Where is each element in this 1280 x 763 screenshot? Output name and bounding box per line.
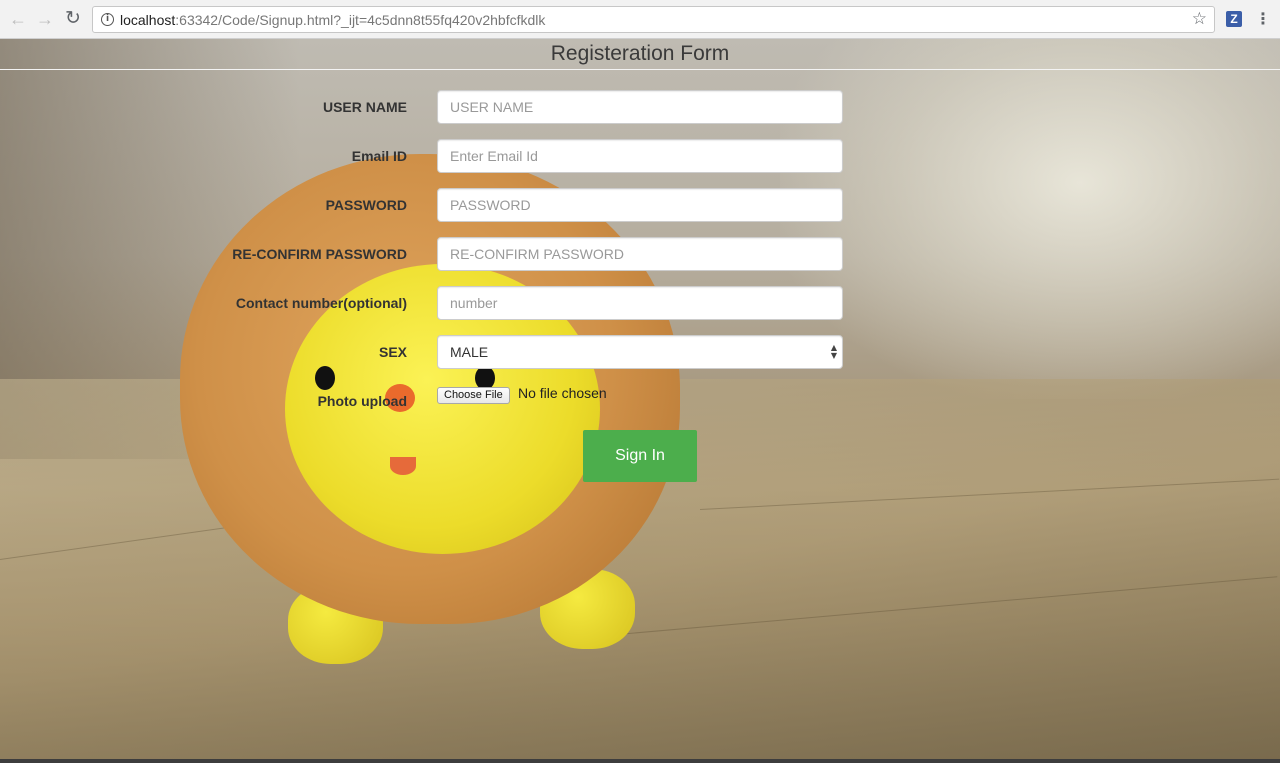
username-input[interactable]: USER NAME — [437, 90, 843, 124]
email-label: Email ID — [351, 148, 407, 164]
contact-input[interactable]: number — [437, 286, 843, 320]
username-label: USER NAME — [322, 99, 407, 115]
confirm-password-input[interactable]: RE-CONFIRM PASSWORD — [437, 237, 843, 271]
password-input[interactable]: PASSWORD — [437, 188, 843, 222]
photo-label: Photo upload — [317, 393, 407, 409]
address-bar[interactable]: i localhost:63342/Code/Signup.html?_ijt=… — [92, 6, 1215, 33]
extension-icon[interactable]: Z — [1226, 11, 1242, 27]
url-host: localhost — [120, 12, 176, 28]
browser-toolbar: ← → ↻ i localhost:63342/Code/Signup.html… — [0, 0, 1280, 39]
confirm-password-label: RE-CONFIRM PASSWORD — [232, 246, 407, 262]
sex-label: SEX — [378, 344, 407, 360]
choose-file-button[interactable]: Choose File — [437, 387, 510, 404]
url-text[interactable]: localhost:63342/Code/Signup.html?_ijt=4c… — [120, 12, 545, 28]
password-label: PASSWORD — [325, 197, 407, 213]
wall-light — [780, 39, 1280, 399]
window-bottom-edge — [0, 759, 1280, 763]
info-icon[interactable]: i — [101, 13, 114, 26]
select-arrows-icon: ▲ ▼ — [830, 343, 838, 360]
reload-icon[interactable]: ↻ — [63, 9, 83, 29]
file-status: No file chosen — [518, 385, 607, 401]
toy-mouth — [390, 457, 416, 475]
email-input[interactable]: Enter Email Id — [437, 139, 843, 173]
bookmark-star-icon[interactable]: ☆ — [1192, 10, 1207, 29]
sign-in-button[interactable]: Sign In — [583, 430, 697, 482]
toy-eye — [315, 366, 335, 390]
contact-label: Contact number(optional) — [235, 295, 407, 311]
back-icon[interactable]: ← — [8, 9, 28, 29]
url-path: :63342/Code/Signup.html?_ijt=4c5dnn8t55f… — [175, 12, 546, 28]
page-title: Registeration Form — [550, 42, 730, 65]
sex-select-value: MALE — [450, 344, 489, 360]
title-divider — [0, 69, 1280, 70]
forward-icon[interactable]: → — [35, 9, 55, 29]
sex-select[interactable]: MALE ▲ ▼ — [437, 335, 843, 369]
menu-icon[interactable]: ⋮ — [1255, 9, 1271, 29]
